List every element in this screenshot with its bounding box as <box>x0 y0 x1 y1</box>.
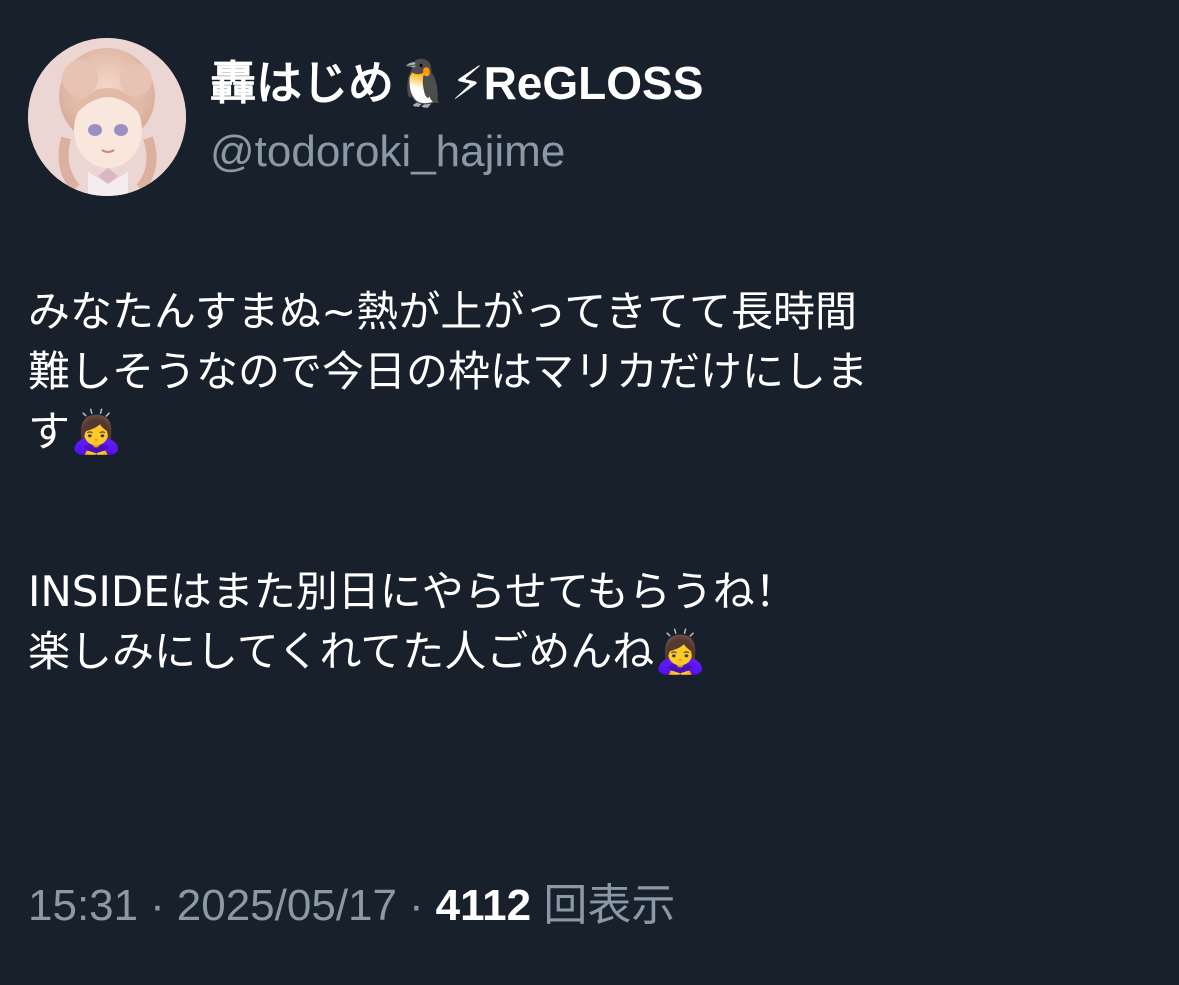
author-handle[interactable]: @todoroki_hajime <box>210 124 1150 180</box>
separator: · <box>408 881 424 930</box>
tweet-time[interactable]: 15:31 <box>28 881 138 930</box>
author-display-name[interactable]: 轟はじめ🐧⚡ReGLOSS <box>210 52 1150 114</box>
tweet-text-line: みなたんすまぬ~熱が上がってきてて長時間 <box>28 287 857 336</box>
tweet-text-line: INSIDEはまた別日にやらせてもらうね！ <box>28 567 797 616</box>
tweet-text: みなたんすまぬ~熱が上がってきてて長時間 難しそうなので今日の枠はマリカだけにし… <box>28 282 1158 682</box>
tweet-text-line: 楽しみにしてくれてた人ごめんね🙇‍♀️ <box>28 627 707 676</box>
views-count[interactable]: 4112 <box>436 881 531 930</box>
tweet-date[interactable]: 2025/05/17 <box>177 881 397 930</box>
views-label: 回表示 <box>543 881 676 930</box>
tweet-header: 轟はじめ🐧⚡ReGLOSS @todoroki_hajime <box>210 52 1150 180</box>
tweet-text-line: 難しそうなので今日の枠はマリカだけにしま <box>28 347 869 396</box>
avatar-image-icon <box>28 38 186 196</box>
tweet-metadata: 15:31 · 2025/05/17 · 4112 回表示 <box>28 876 675 936</box>
tweet-text-line: す🙇‍♀️ <box>28 407 123 456</box>
avatar[interactable] <box>28 38 186 196</box>
separator: · <box>150 881 165 930</box>
paragraph-break <box>28 462 1158 562</box>
